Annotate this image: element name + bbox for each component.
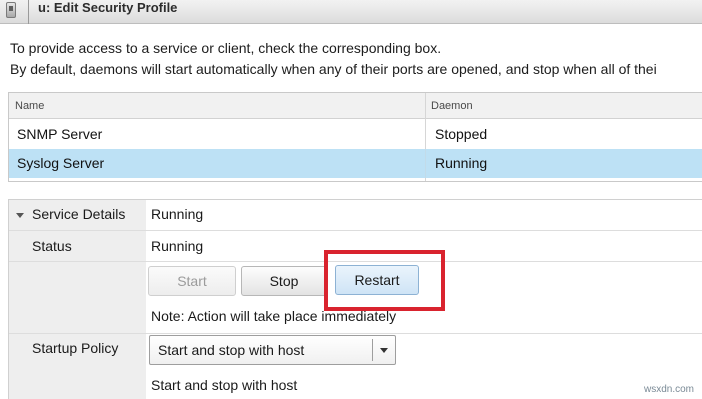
dropdown-separator (372, 339, 373, 361)
column-header-name[interactable]: Name (15, 100, 44, 112)
watermark-text: wsxdn.com (643, 384, 694, 395)
startup-policy-selected-value: Start and stop with host (158, 342, 305, 358)
collapse-triangle-icon[interactable] (16, 213, 24, 218)
table-header: Name Daemon (9, 93, 702, 119)
selected-row-separator (425, 149, 426, 178)
intro-line-2: By default, daemons will start automatic… (10, 61, 657, 77)
window-title: u: Edit Security Profile (38, 0, 178, 15)
services-table: Name Daemon SNMP Server Stopped Syslog S… (8, 92, 702, 182)
restart-highlight-box (324, 250, 445, 311)
status-label: Status (32, 238, 72, 254)
stop-button[interactable]: Stop (241, 266, 327, 296)
startup-policy-label: Startup Policy (32, 340, 119, 356)
table-row-syslog-server[interactable]: Syslog Server Running (9, 149, 702, 178)
startup-policy-description: Start and stop with host (151, 377, 298, 393)
startup-policy-select[interactable]: Start and stop with host (149, 335, 396, 365)
service-name: Syslog Server (17, 155, 105, 171)
details-divider (9, 230, 702, 231)
details-divider (9, 333, 702, 334)
service-daemon-status: Stopped (435, 126, 488, 142)
title-separator (28, 0, 29, 24)
column-header-daemon[interactable]: Daemon (431, 100, 473, 112)
intro-line-1: To provide access to a service or client… (10, 40, 442, 56)
service-details-label[interactable]: Service Details (32, 206, 125, 222)
status-value: Running (151, 238, 204, 254)
service-name: SNMP Server (17, 126, 103, 142)
service-daemon-status: Running (435, 155, 488, 171)
chevron-down-icon[interactable] (380, 348, 388, 353)
title-bar: u: Edit Security Profile (0, 0, 702, 24)
host-icon (6, 2, 16, 18)
service-details-value: Running (151, 206, 204, 222)
table-row-snmp-server[interactable]: SNMP Server Stopped (9, 120, 702, 149)
start-button[interactable]: Start (148, 266, 236, 296)
